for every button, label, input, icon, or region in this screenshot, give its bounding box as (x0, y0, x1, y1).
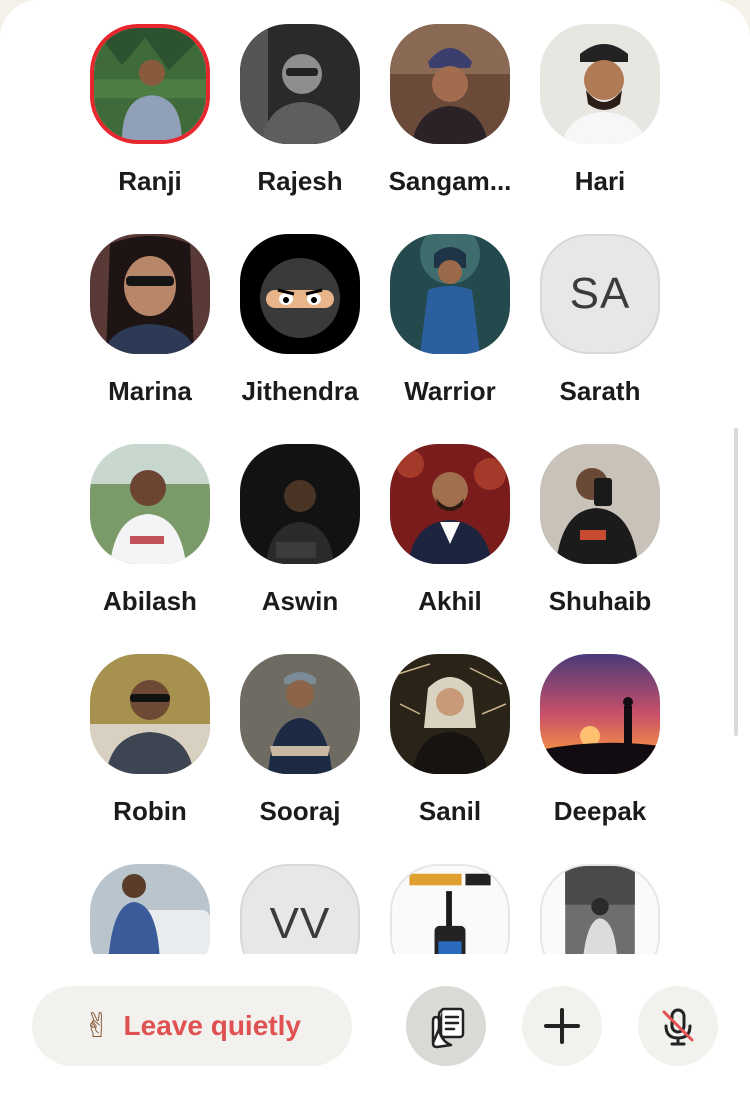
ninja-icon (240, 234, 360, 354)
participant-name: Shuhaib (548, 586, 652, 616)
photo-icon (542, 866, 658, 954)
participant-row5-4[interactable] (525, 864, 675, 954)
mic-off-icon (662, 1008, 694, 1046)
avatar (240, 654, 360, 774)
avatar (90, 444, 210, 564)
participant-grid[interactable]: Ranji Rajesh Sangam... Hari Marina Jithe… (75, 24, 675, 954)
participant-name: Deepak (553, 796, 647, 826)
avatar (540, 864, 660, 954)
participant-name: Hari (574, 166, 626, 196)
add-button[interactable] (522, 986, 602, 1066)
peace-hand-icon: ✌ (83, 1007, 112, 1045)
participant-sooraj[interactable]: Sooraj (225, 654, 375, 864)
participant-name: Abilash (103, 586, 197, 616)
avatar (390, 24, 510, 144)
photo-icon (540, 24, 660, 144)
photo-icon (90, 654, 210, 774)
leave-quietly-label: Leave quietly (123, 1010, 301, 1041)
participant-name: Sarath (559, 376, 641, 406)
participant-row5-2[interactable]: VV (225, 864, 375, 954)
participant-name: Aswin (261, 586, 339, 616)
leave-quietly-button[interactable]: ✌ Leave quietly (32, 986, 352, 1066)
avatar (540, 444, 660, 564)
avatar (240, 444, 360, 564)
avatar (240, 24, 360, 144)
radio-device-icon (392, 866, 508, 954)
participant-name: Sanil (418, 796, 482, 826)
participant-name: Sangam... (388, 166, 512, 196)
participant-marina[interactable]: Marina (75, 234, 225, 444)
participant-hari[interactable]: Hari (525, 24, 675, 234)
photo-icon (390, 24, 510, 144)
raise-hand-button[interactable] (406, 986, 486, 1066)
avatar-initials: SA (540, 234, 660, 354)
participant-warrior[interactable]: Warrior (375, 234, 525, 444)
photo-icon (90, 864, 210, 954)
photo-icon (240, 444, 360, 564)
participant-aswin[interactable]: Aswin (225, 444, 375, 654)
avatar (90, 864, 210, 954)
avatar (240, 234, 360, 354)
photo-icon (390, 234, 510, 354)
avatar (90, 234, 210, 354)
photo-icon (540, 654, 660, 774)
participant-akhil[interactable]: Akhil (375, 444, 525, 654)
participant-name: Akhil (418, 586, 482, 616)
photo-icon (390, 444, 510, 564)
participant-name: Warrior (404, 376, 496, 406)
participant-name: Ranji (118, 166, 182, 196)
participant-name: Marina (108, 376, 192, 406)
avatar (540, 24, 660, 144)
participant-name: Sooraj (259, 796, 341, 826)
avatar (390, 864, 510, 954)
participant-sarath[interactable]: SA Sarath (525, 234, 675, 444)
room-controls: ✌ Leave quietly (0, 954, 750, 1099)
participant-row5-3[interactable] (375, 864, 525, 954)
photo-icon (90, 444, 210, 564)
participant-name: Robin (113, 796, 187, 826)
participant-sangam[interactable]: Sangam... (375, 24, 525, 234)
mute-button[interactable] (638, 986, 718, 1066)
participant-deepak[interactable]: Deepak (525, 654, 675, 864)
participant-shuhaib[interactable]: Shuhaib (525, 444, 675, 654)
plus-icon (544, 1008, 580, 1044)
participant-robin[interactable]: Robin (75, 654, 225, 864)
avatar (90, 24, 210, 144)
photo-icon (94, 28, 206, 140)
participant-ranji[interactable]: Ranji (75, 24, 225, 234)
scrollbar[interactable] (734, 428, 738, 736)
participant-abilash[interactable]: Abilash (75, 444, 225, 654)
participant-rajesh[interactable]: Rajesh (225, 24, 375, 234)
avatar (540, 654, 660, 774)
participant-name: Jithendra (241, 376, 359, 406)
avatar (90, 654, 210, 774)
photo-icon (540, 444, 660, 564)
participant-sanil[interactable]: Sanil (375, 654, 525, 864)
raise-hand-icon (431, 1007, 465, 1049)
participant-row5-1[interactable] (75, 864, 225, 954)
avatar (390, 444, 510, 564)
photo-icon (90, 234, 210, 354)
avatar (390, 654, 510, 774)
participant-jithendra[interactable]: Jithendra (225, 234, 375, 444)
room-sheet: Ranji Rajesh Sangam... Hari Marina Jithe… (0, 0, 750, 1099)
participant-name: Rajesh (257, 166, 343, 196)
avatar (390, 234, 510, 354)
avatar-initials: VV (240, 864, 360, 954)
photo-icon (240, 654, 360, 774)
photo-icon (240, 24, 360, 144)
photo-icon (390, 654, 510, 774)
